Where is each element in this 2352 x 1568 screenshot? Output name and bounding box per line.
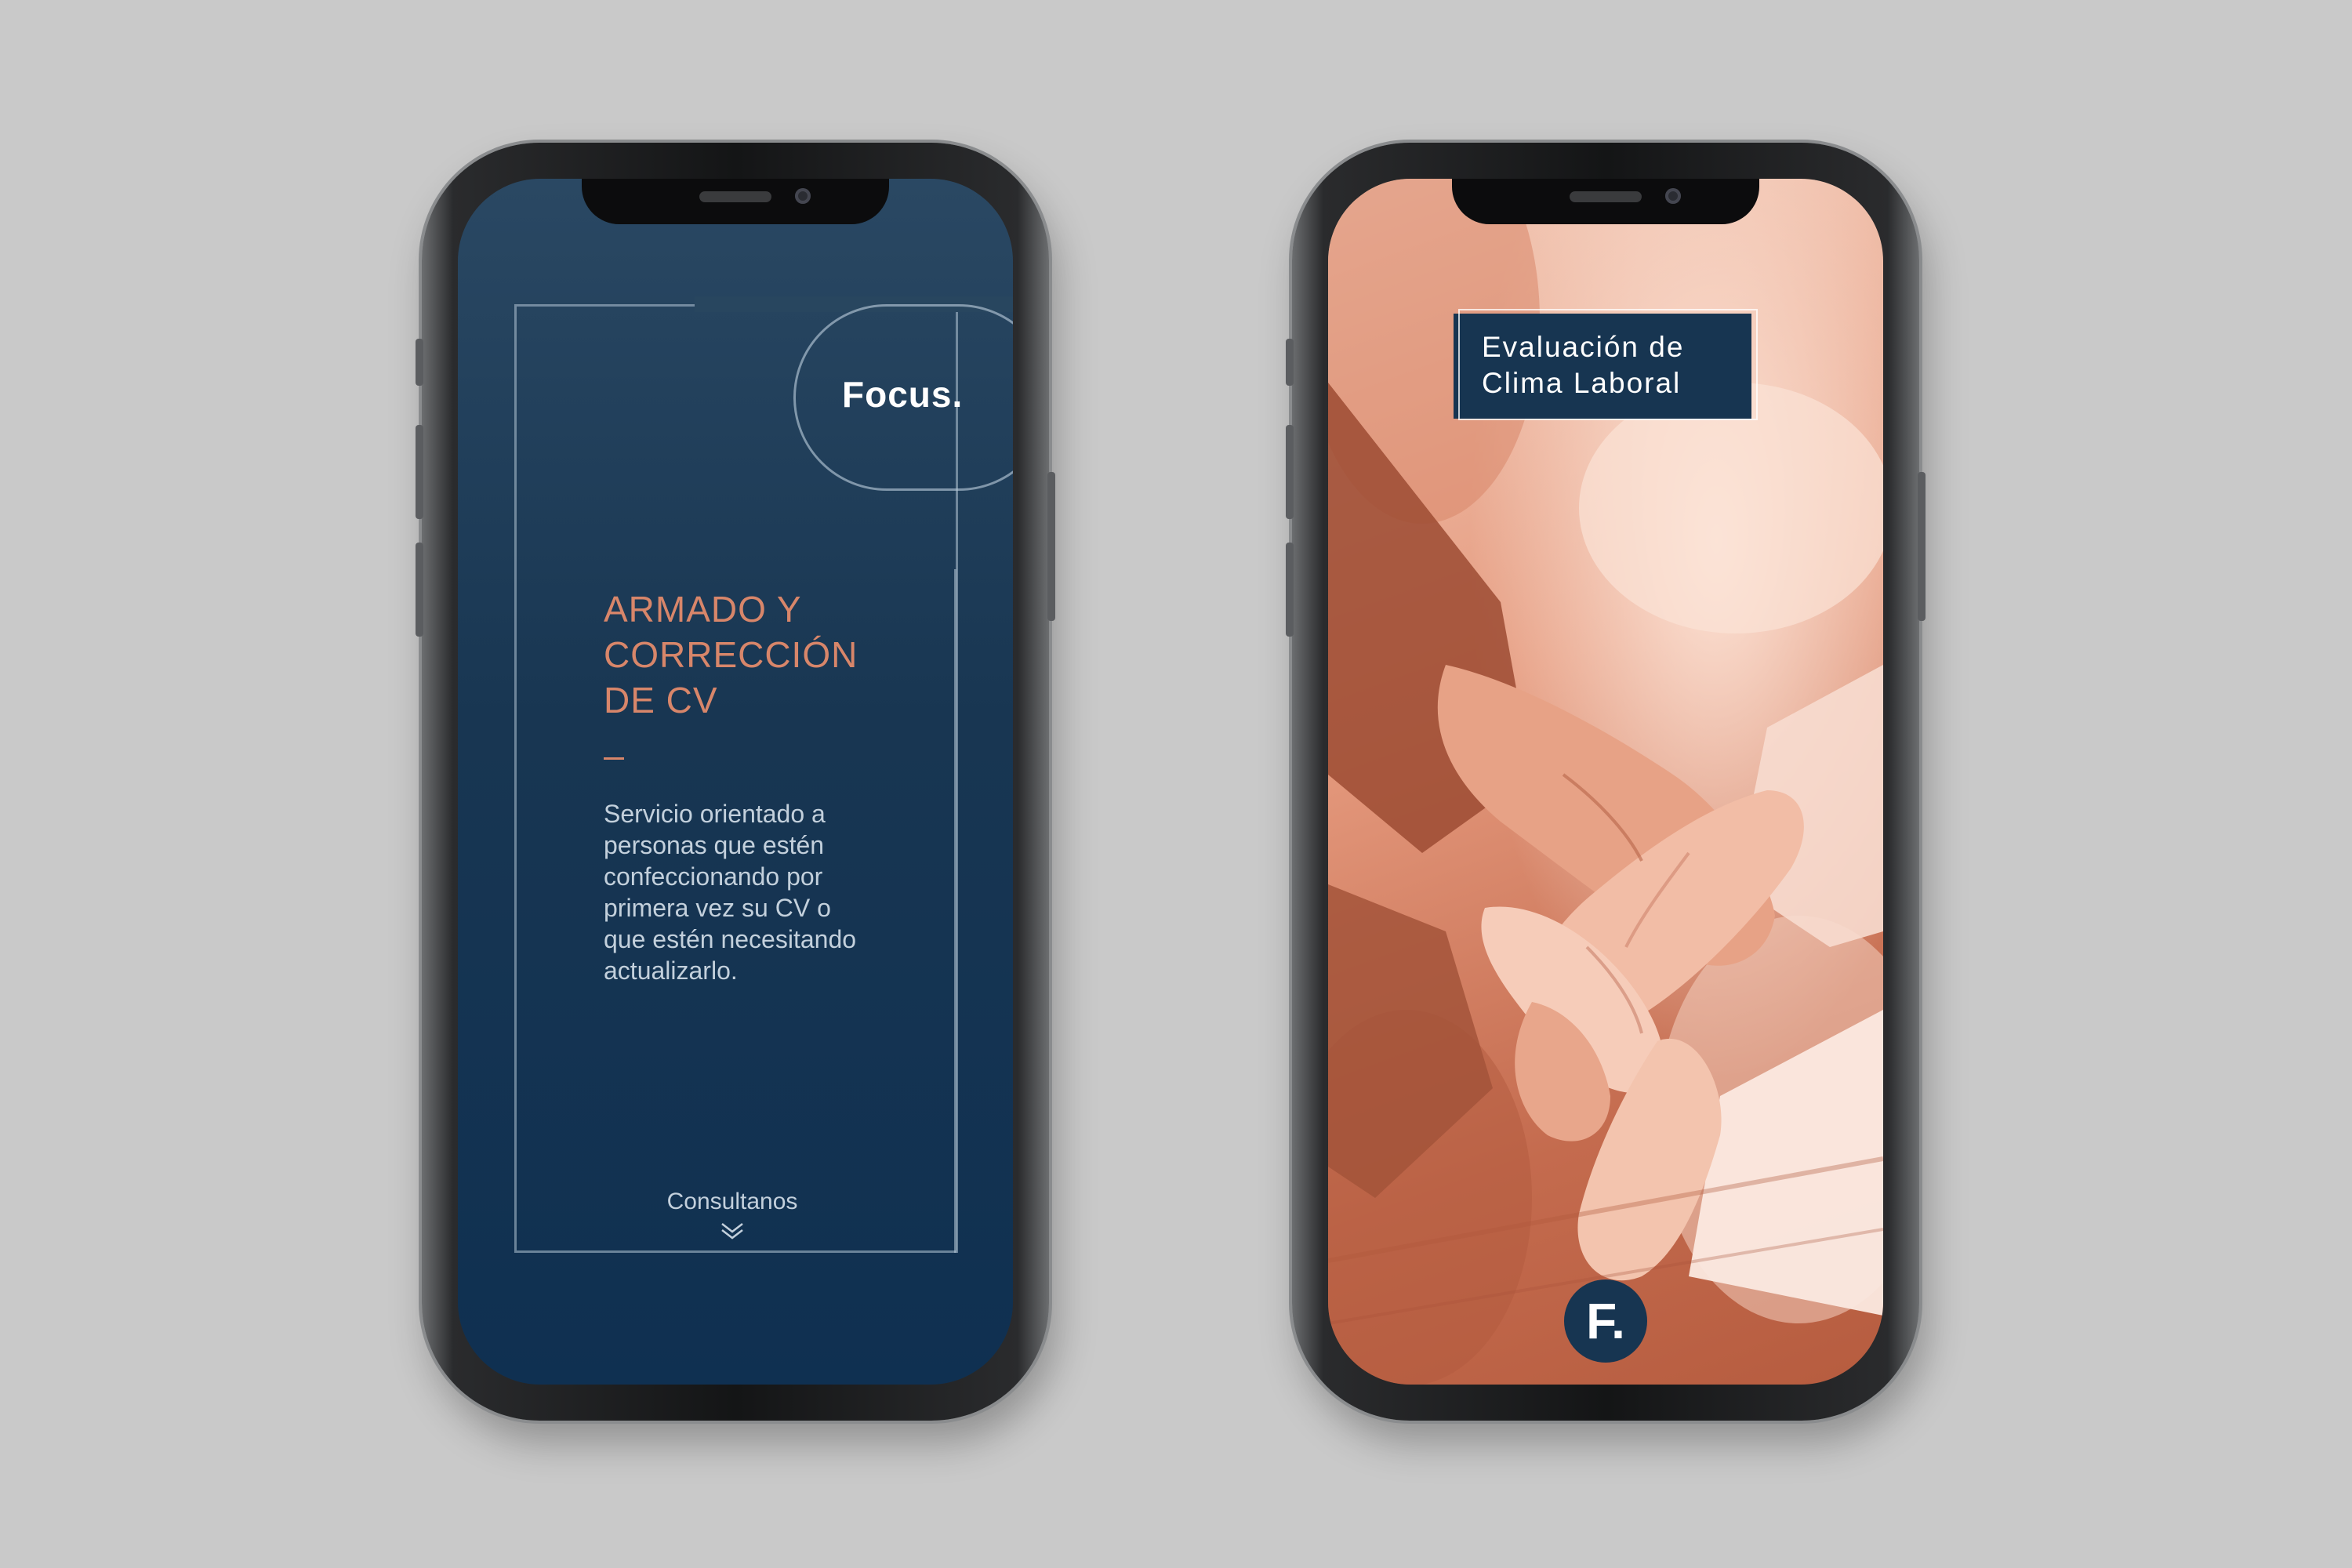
- decorative-line: [954, 569, 956, 1253]
- volume-up-button: [416, 425, 423, 519]
- notch: [582, 179, 889, 224]
- screen-cv-service: Focus. ARMADO Y CORRECCIÓN DE CV Servici…: [458, 179, 1013, 1385]
- chevron-double-down-icon[interactable]: [719, 1221, 746, 1240]
- front-camera-icon: [795, 188, 811, 204]
- volume-down-button: [416, 543, 423, 637]
- volume-down-button: [1286, 543, 1294, 637]
- headline-line-3: DE CV: [604, 680, 718, 720]
- service-headline: ARMADO Y CORRECCIÓN DE CV: [604, 586, 902, 723]
- phone-mockup-right: Evaluación de Clima Laboral F.: [1286, 143, 1926, 1421]
- power-button: [1047, 472, 1055, 621]
- volume-up-button: [1286, 425, 1294, 519]
- service-title: Evaluación de Clima Laboral: [1482, 331, 1685, 399]
- silent-switch: [1286, 339, 1294, 386]
- notch: [1452, 179, 1759, 224]
- brand-badge[interactable]: F.: [1564, 1279, 1647, 1363]
- headline-divider: [604, 757, 624, 760]
- power-button: [1918, 472, 1926, 621]
- phone-mockup-left: Focus. ARMADO Y CORRECCIÓN DE CV Servici…: [416, 143, 1055, 1421]
- headline-line-2: CORRECCIÓN: [604, 634, 858, 675]
- headline-line-1: ARMADO Y: [604, 589, 802, 630]
- speaker-grille: [1570, 191, 1642, 202]
- screen-clima-laboral: Evaluación de Clima Laboral F.: [1328, 179, 1883, 1385]
- silent-switch: [416, 339, 423, 386]
- consultanos-link[interactable]: Consultanos: [646, 1189, 818, 1215]
- front-camera-icon: [1665, 188, 1681, 204]
- speaker-grille: [699, 191, 771, 202]
- service-description: Servicio orientado a personas que estén …: [604, 800, 857, 985]
- brand-logo: Focus.: [842, 374, 964, 415]
